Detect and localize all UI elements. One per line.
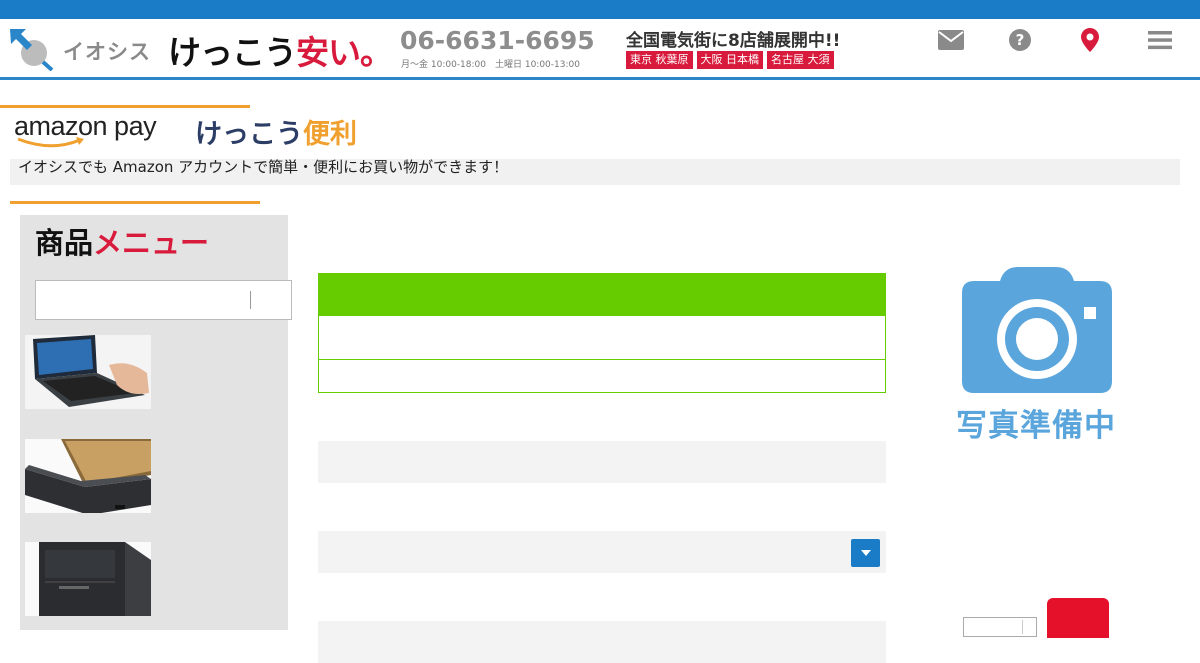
help-icon[interactable]: ?	[1006, 28, 1034, 52]
stores-heading: 全国電気街に8店舗展開中!!	[626, 31, 841, 51]
business-hours: 月〜金 10:00-18:00 土曜日 10:00-13:00	[401, 60, 580, 70]
svg-text:?: ?	[1016, 31, 1025, 49]
add-to-cart-button[interactable]	[1047, 598, 1109, 638]
select-field[interactable]	[318, 531, 886, 573]
store-badge-nagoya[interactable]: 名古屋 大須	[767, 51, 834, 69]
photo-placeholder-text: 写真準備中	[956, 408, 1116, 444]
panel-divider	[319, 359, 885, 360]
input-field-bottom[interactable]	[318, 621, 886, 663]
desktop-tower-thumbnail[interactable]	[25, 542, 151, 616]
amazon-smile-icon	[17, 137, 84, 148]
mail-icon[interactable]	[937, 28, 965, 52]
search-cursor	[250, 291, 251, 309]
quantity-stepper[interactable]	[1022, 620, 1034, 634]
brand-name[interactable]: イオシス	[63, 36, 151, 66]
menu-title-black: 商品	[35, 226, 94, 260]
product-menu-title: 商品メニュー	[35, 220, 209, 262]
amazon-pay-tagline: けっこう便利	[195, 112, 357, 151]
camera-icon	[962, 267, 1112, 393]
logo-arrow-icon[interactable]	[8, 27, 54, 71]
amazon-pay-top-strip	[0, 80, 250, 108]
store-badges: 東京 秋葉原 大阪 日本橋 名古屋 大須	[626, 51, 834, 69]
menu-title-red: メニュー	[93, 226, 210, 260]
store-badge-osaka[interactable]: 大阪 日本橋	[696, 51, 763, 69]
store-badge-tokyo[interactable]: 東京 秋葉原	[626, 51, 693, 69]
top-accent-bar	[0, 0, 1200, 19]
site-slogan[interactable]: けっこう安い。	[168, 26, 393, 74]
phone-number[interactable]: 06-6631-6695	[400, 26, 595, 55]
panel-header	[319, 274, 885, 316]
laptop-touch-thumbnail[interactable]	[25, 335, 151, 409]
product-search-input[interactable]	[35, 280, 292, 320]
laptop-side-thumbnail[interactable]	[25, 439, 151, 513]
caret-down-icon[interactable]	[851, 539, 880, 567]
slogan-red: 安い。	[296, 33, 393, 72]
tagline-orange: 便利	[303, 119, 357, 150]
amazon-divider	[10, 201, 260, 204]
tagline-black: けっこう	[195, 119, 303, 150]
slogan-black: けっこう	[168, 33, 297, 72]
quantity-input[interactable]	[963, 617, 1037, 637]
input-field[interactable]	[318, 441, 886, 483]
amazon-pay-description: イオシスでも Amazon アカウントで簡単・便利にお買い物ができます！	[18, 158, 509, 176]
location-icon[interactable]	[1076, 28, 1104, 52]
menu-icon[interactable]	[1146, 28, 1174, 52]
product-info-panel	[318, 273, 886, 393]
